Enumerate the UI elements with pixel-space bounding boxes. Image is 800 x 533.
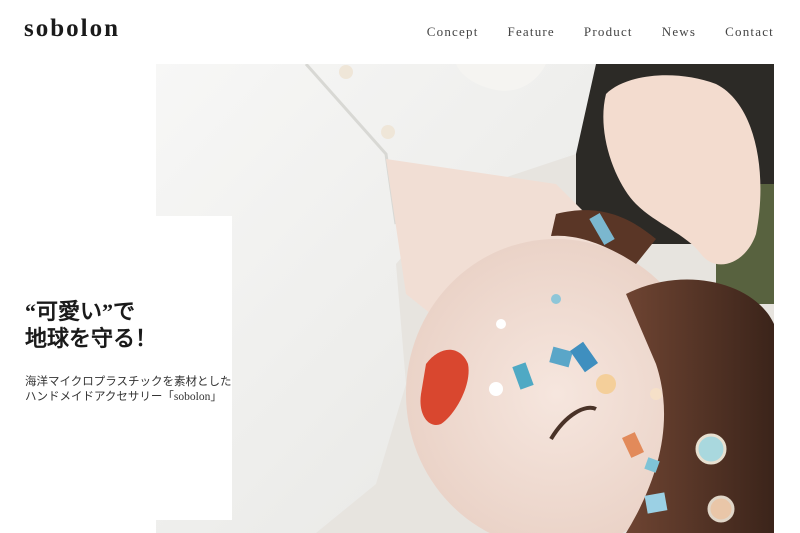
hero-subtext-line: 海洋マイクロプラスチックを素材とした <box>25 376 232 388</box>
nav-item-news[interactable]: News <box>662 22 696 42</box>
hero-headline-line: 地球を守る！ <box>25 326 158 351</box>
hero-image <box>156 64 774 533</box>
nav-item-product[interactable]: Product <box>584 22 633 42</box>
nav-item-concept[interactable]: Concept <box>427 22 479 42</box>
hero-subtext-line: ハンドメイドアクセサリー「sobolon」 <box>25 391 222 403</box>
hero-headline: “可愛い”で 地球を守る！ <box>25 298 157 352</box>
site-logo[interactable]: sobolon <box>24 14 120 44</box>
hero-subtext: 海洋マイクロプラスチックを素材とした ハンドメイドアクセサリー「sobolon」 <box>25 375 232 405</box>
hero-text-panel <box>0 216 232 520</box>
hero-headline-line: “可愛い”で <box>25 299 136 324</box>
site-header: sobolon Concept Feature Product News Con… <box>0 0 800 64</box>
main-nav: Concept Feature Product News Contact <box>398 22 774 42</box>
hero-photo <box>156 64 774 533</box>
nav-item-feature[interactable]: Feature <box>508 22 555 42</box>
nav-item-contact[interactable]: Contact <box>725 22 774 42</box>
